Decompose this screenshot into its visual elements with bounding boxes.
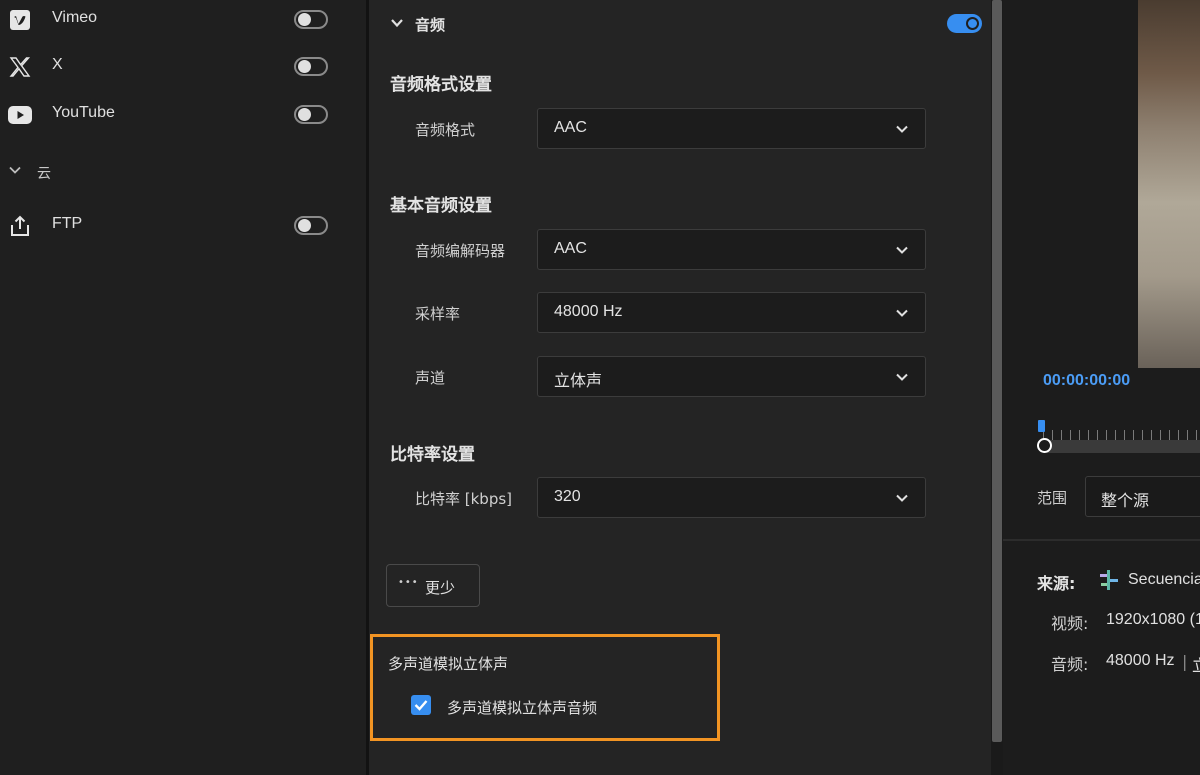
playhead-handle[interactable] [1037,438,1052,453]
video-info-value: 1920x1080 (1.0 [1106,611,1200,628]
divider [1003,539,1200,541]
chevron-down-icon [8,162,22,181]
x-logo-icon [8,55,32,79]
audio-info-separator: | [1182,652,1188,671]
audio-format-select[interactable]: AAC [537,108,926,149]
vimeo-icon [8,8,32,32]
chevron-down-icon [896,373,908,381]
upload-icon [8,214,32,238]
scrollbar-thumb[interactable] [992,0,1002,742]
destination-row-youtube[interactable]: YouTube [0,95,368,135]
source-label: 来源: [1037,574,1076,593]
preview-panel: 00:00:00:00 范围 整个源 来源: Secuencia 视频: 192… [1003,0,1200,775]
chevron-down-icon[interactable] [390,15,404,34]
show-less-label: 更少 [425,579,456,597]
bitrate-select[interactable]: 320 [537,477,926,518]
audio-settings-panel: 音频 音频格式设置 音频格式 AAC 基本音频设置 音频编解码器 AAC 采样率… [369,0,991,775]
destination-row-ftp[interactable]: FTP [0,206,368,246]
ftp-toggle[interactable] [294,216,328,235]
multichannel-checkbox[interactable] [411,695,431,715]
basic-audio-heading: 基本音频设置 [390,196,492,216]
destinations-panel: Vimeo X YouTube 云 FTP [0,0,368,775]
multichannel-checkbox-label: 多声道模拟立体声音频 [447,699,598,717]
timeline-ruler[interactable] [1043,430,1200,440]
destination-label: X [52,56,63,73]
destination-label: Vimeo [52,9,98,26]
bitrate-heading: 比特率设置 [390,445,475,465]
video-info-label: 视频: [1051,614,1089,633]
cloud-group-label: 云 [37,166,51,182]
chevron-down-icon [896,246,908,254]
destination-label: YouTube [52,104,115,121]
select-value: AAC [554,119,587,136]
multichannel-highlight-box: 多声道模拟立体声 多声道模拟立体声音频 [370,634,720,741]
select-value: 48000 Hz [554,303,623,320]
codec-select[interactable]: AAC [537,229,926,270]
audio-section-toggle[interactable] [947,14,982,33]
timecode[interactable]: 00:00:00:00 [1043,372,1130,390]
chevron-down-icon [896,125,908,133]
bitrate-label: 比特率 [kbps] [415,490,513,508]
sequence-icon [1098,570,1120,594]
select-value: 整个源 [1101,491,1150,510]
chevron-down-icon [896,494,908,502]
select-value: AAC [554,240,587,257]
audio-info-value: 48000 Hz [1106,652,1175,669]
channels-label: 声道 [415,369,446,387]
checkmark-icon [414,700,428,711]
cloud-group-header[interactable]: 云 [0,152,368,192]
x-toggle[interactable] [294,57,328,76]
sample-rate-label: 采样率 [415,305,461,323]
audio-info-value-2: 立 [1192,652,1200,676]
multichannel-heading: 多声道模拟立体声 [388,655,509,673]
section-title: 音频 [415,16,446,34]
playhead-marker[interactable] [1038,420,1045,432]
audio-format-label: 音频格式 [415,121,476,139]
destination-label: FTP [52,215,83,232]
destination-row-vimeo[interactable]: Vimeo [0,0,368,40]
timeline-track[interactable] [1043,440,1200,453]
video-preview [1138,0,1200,368]
codec-label: 音频编解码器 [415,242,506,260]
sample-rate-select[interactable]: 48000 Hz [537,292,926,333]
range-label: 范围 [1037,489,1068,507]
chevron-down-icon [896,309,908,317]
range-select[interactable]: 整个源 [1085,476,1200,517]
youtube-toggle[interactable] [294,105,328,124]
select-value: 320 [554,488,581,505]
select-value: 立体声 [554,373,603,390]
channels-select[interactable]: 立体声 [537,356,926,397]
youtube-icon [8,103,32,127]
destination-row-x[interactable]: X [0,47,368,87]
toggle-knob [966,17,979,30]
source-value: Secuencia [1128,571,1200,588]
more-icon: ••• [398,577,419,588]
vimeo-toggle[interactable] [294,10,328,29]
show-less-button[interactable]: ••• 更少 [386,564,480,607]
format-settings-heading: 音频格式设置 [390,75,492,95]
audio-info-label: 音频: [1051,655,1089,674]
